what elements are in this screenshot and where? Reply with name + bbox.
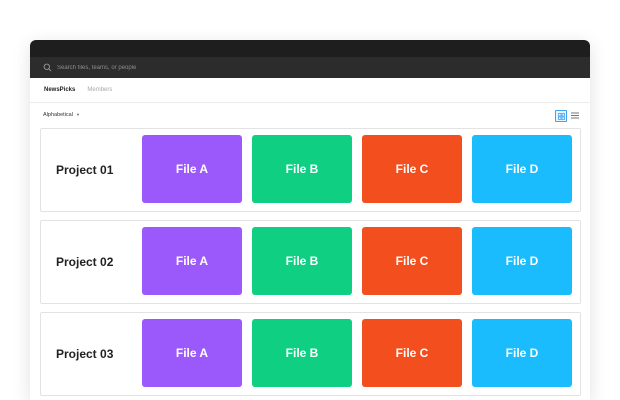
file-label: File A bbox=[175, 254, 209, 268]
list-view-icon bbox=[570, 112, 579, 119]
file-label: File D bbox=[505, 162, 539, 176]
sort-label: Alphabetical bbox=[43, 112, 73, 118]
file-card-c[interactable]: File C bbox=[362, 227, 462, 295]
project-name[interactable]: Project 02 bbox=[56, 221, 113, 303]
file-card-b[interactable]: File B bbox=[252, 227, 352, 295]
file-card-b[interactable]: File B bbox=[252, 135, 352, 203]
project-row-01: Project 01 File A File B File C File D bbox=[40, 128, 581, 212]
file-card-d[interactable]: File D bbox=[472, 227, 572, 295]
chevron-down-icon: ▼ bbox=[75, 112, 80, 117]
file-label: File A bbox=[175, 346, 209, 360]
file-card-c[interactable]: File C bbox=[362, 319, 462, 387]
project-row-03: Project 03 File A File B File C File D bbox=[40, 312, 581, 396]
sort-dropdown[interactable]: Alphabetical ▼ bbox=[43, 112, 80, 118]
search-input[interactable] bbox=[57, 61, 357, 74]
project-row-02: Project 02 File A File B File C File D bbox=[40, 220, 581, 304]
app-window: NewsPicks Members Alphabetical▼ Project … bbox=[30, 40, 590, 400]
title-bar bbox=[30, 40, 590, 57]
tab-newspicks[interactable]: NewsPicks bbox=[44, 87, 75, 93]
list-view-button[interactable] bbox=[570, 111, 579, 120]
file-card-c[interactable]: File C bbox=[362, 135, 462, 203]
grid-view-icon bbox=[557, 112, 565, 120]
file-card-b[interactable]: File B bbox=[252, 319, 352, 387]
toolbar: Alphabetical ▼ bbox=[30, 108, 590, 124]
file-label: File C bbox=[395, 254, 429, 268]
file-card-a[interactable]: File A bbox=[142, 135, 242, 203]
project-name[interactable]: Project 03 bbox=[56, 313, 113, 395]
file-card-d[interactable]: File D bbox=[472, 135, 572, 203]
tab-members[interactable]: Members bbox=[87, 87, 112, 93]
search-icon bbox=[43, 63, 52, 72]
file-label: File C bbox=[395, 346, 429, 360]
file-label: File B bbox=[285, 346, 319, 360]
file-label: File A bbox=[175, 162, 209, 176]
file-card-a[interactable]: File A bbox=[142, 319, 242, 387]
file-label: File D bbox=[505, 346, 539, 360]
tab-bar: NewsPicks Members bbox=[30, 78, 590, 103]
file-card-d[interactable]: File D bbox=[472, 319, 572, 387]
file-label: File B bbox=[285, 162, 319, 176]
file-label: File D bbox=[505, 254, 539, 268]
grid-view-button[interactable] bbox=[555, 110, 567, 122]
search-bar bbox=[30, 57, 590, 78]
file-label: File C bbox=[395, 162, 429, 176]
file-card-a[interactable]: File A bbox=[142, 227, 242, 295]
project-name[interactable]: Project 01 bbox=[56, 129, 113, 211]
file-label: File B bbox=[285, 254, 319, 268]
